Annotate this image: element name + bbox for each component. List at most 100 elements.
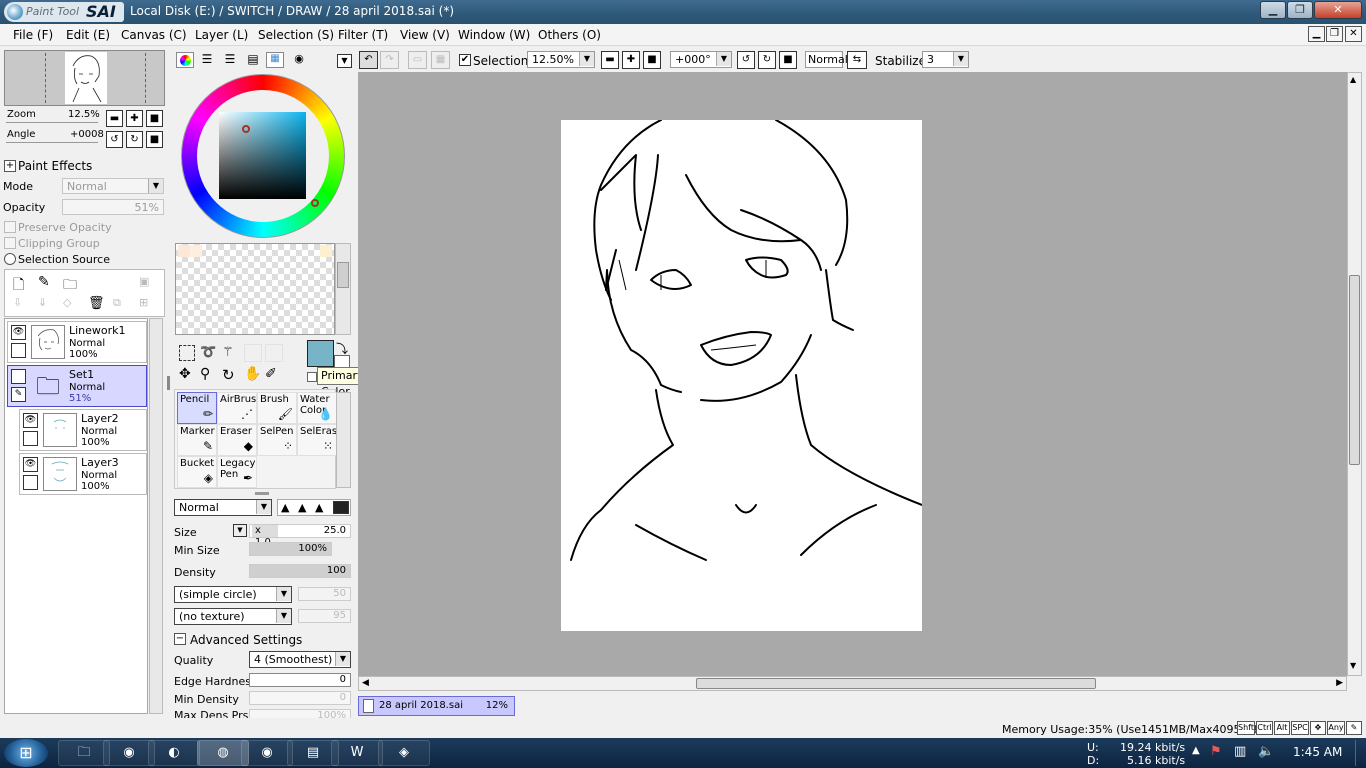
tray-expand-icon[interactable]: ▲ — [1192, 745, 1200, 756]
volume-icon[interactable]: 🔈 — [1258, 744, 1274, 759]
layer-visibility-checkbox[interactable] — [11, 369, 26, 384]
tool-palette-scrollbar[interactable] — [336, 392, 351, 488]
layer-item-linework1[interactable]: 👁 Linework1 Normal 100% — [7, 321, 147, 363]
max-density-slider[interactable]: 100% — [249, 709, 351, 718]
rotate-left-button[interactable]: ↺ — [106, 131, 123, 148]
canvas-horizontal-scrollbar[interactable]: ◀ ▶ — [358, 676, 1347, 691]
menu-file[interactable]: File (F) — [13, 28, 53, 42]
selection-checkbox[interactable]: ✔ — [459, 54, 471, 66]
soft-edge-icon[interactable]: ▲ — [298, 501, 306, 514]
advanced-collapse-icon[interactable]: − — [174, 633, 186, 645]
scroll-left-icon[interactable]: ◀ — [362, 678, 369, 688]
scroll-down-icon[interactable]: ▼ — [1350, 661, 1356, 670]
stabilizer-select[interactable]: 3 ▼ — [922, 51, 969, 68]
chrome-2-taskbar-icon[interactable]: ◉ — [241, 740, 293, 766]
transparent-color-toggle[interactable] — [307, 372, 317, 382]
brush-shape-selector[interactable]: ▲ ▲ ▲ — [277, 499, 351, 516]
brush-texture-select[interactable]: (no texture) ▼ — [174, 608, 292, 625]
rgb-sliders-tab[interactable]: ☰ — [198, 52, 216, 68]
tool-pencil[interactable]: Pencil ✏ — [177, 392, 217, 424]
saturation-value-box[interactable] — [219, 112, 306, 199]
move-icon[interactable]: ✥ — [179, 366, 197, 382]
paint-effects-header[interactable]: Paint Effects — [18, 159, 92, 173]
tool-watercolor[interactable]: Water Color 💧 — [297, 392, 337, 424]
zoom-icon[interactable]: ⚲ — [200, 366, 218, 382]
rotate-right-button[interactable]: ↻ — [126, 131, 143, 148]
layer-list-scrollbar[interactable] — [149, 318, 163, 714]
sv-picker-ring[interactable] — [242, 125, 250, 133]
intermediate-color-tab[interactable]: ▤ — [244, 52, 262, 68]
hard-edge-icon[interactable]: ▲ — [281, 501, 289, 514]
hand-icon[interactable]: ✋ — [244, 366, 262, 382]
size-slider[interactable]: x 1.0 25.0 — [249, 524, 351, 548]
lasso-icon[interactable]: ➰ — [200, 345, 218, 361]
mdi-restore-button[interactable]: ❐ — [1326, 26, 1343, 42]
zoom-select[interactable]: 12.50% ▼ — [527, 51, 595, 68]
menu-canvas[interactable]: Canvas (C) — [121, 28, 187, 42]
clock[interactable]: 1:45 AM — [1293, 745, 1342, 759]
min-size-slider[interactable]: 100% — [249, 542, 332, 556]
min-density-slider[interactable]: 0 — [249, 691, 351, 705]
media-taskbar-icon[interactable]: ◈ — [378, 740, 430, 766]
square-edge-icon[interactable] — [333, 501, 349, 514]
action-center-icon[interactable]: ⚑ — [1210, 744, 1222, 759]
brush-texture-strength[interactable]: 95 — [298, 609, 351, 623]
tool-legacy-pen[interactable]: Legacy Pen ✒ — [217, 456, 257, 488]
brush-shape-select[interactable]: (simple circle) ▼ — [174, 586, 292, 603]
swatch[interactable] — [190, 245, 202, 257]
undo-icon[interactable]: ↶ — [359, 51, 378, 69]
tool-brush[interactable]: Brush 🖌 — [257, 392, 297, 424]
clipping-group-checkbox[interactable] — [4, 237, 16, 249]
layer-item-set1[interactable]: ✎ 🗀 Set1 Normal 51% — [7, 365, 147, 407]
preserve-opacity-checkbox[interactable] — [4, 221, 16, 233]
tool-selpen[interactable]: SelPen ⁘ — [257, 424, 297, 456]
delete-layer-icon[interactable]: 🗑 — [88, 296, 106, 314]
toolbar-rotate-reset-button[interactable]: ■ — [779, 51, 797, 69]
magic-wand-icon[interactable]: ⚚ — [222, 345, 240, 361]
drawing-canvas[interactable] — [561, 119, 923, 631]
new-layer-icon[interactable]: 🗋 — [13, 274, 31, 293]
menu-layer[interactable]: Layer (L) — [195, 28, 248, 42]
angle-slider[interactable] — [6, 142, 98, 143]
toolbar-rotate-right-button[interactable]: ↻ — [758, 51, 776, 69]
swap-colors-icon[interactable]: ⤵ — [336, 340, 350, 356]
horizontal-scroll-thumb[interactable] — [696, 678, 1096, 689]
paint-app-taskbar-icon[interactable]: ◐ — [148, 740, 200, 766]
maximize-button[interactable]: ❐ — [1287, 1, 1313, 19]
zoom-out-button[interactable]: ▬ — [106, 110, 123, 127]
menu-others[interactable]: Others (O) — [538, 28, 601, 42]
document-tab[interactable]: 28 april 2018.sai 12% — [358, 696, 515, 716]
toolbar-zoom-reset-button[interactable]: ■ — [643, 51, 661, 69]
advanced-settings-header[interactable]: Advanced Settings — [190, 633, 302, 647]
new-linework-layer-icon[interactable]: ✎ — [38, 274, 56, 292]
panel-splitter[interactable] — [255, 492, 269, 495]
swatches-tab[interactable]: ▦ — [266, 52, 284, 68]
vertical-scroll-thumb[interactable] — [1349, 275, 1360, 465]
density-slider[interactable]: 100 — [249, 564, 351, 578]
tool-marker[interactable]: Marker ✎ — [177, 424, 217, 456]
swatch-grid[interactable] — [175, 243, 335, 335]
layer-item-layer3[interactable]: 👁 Layer3 Normal 100% — [19, 453, 147, 495]
quality-select[interactable]: 4 (Smoothest) ▼ — [249, 651, 351, 668]
angle-select[interactable]: +000° ▼ — [670, 51, 732, 68]
rotate-icon[interactable]: ↻ — [222, 366, 240, 384]
toolbar-zoom-out-button[interactable]: ▬ — [601, 51, 619, 69]
primary-color-swatch[interactable] — [307, 340, 334, 367]
eye-icon[interactable]: 👁 — [11, 325, 26, 340]
panel-menu-chevron-icon[interactable]: ▼ — [337, 54, 352, 68]
swatch[interactable] — [320, 245, 332, 257]
swatch-scrollbar[interactable] — [335, 243, 351, 335]
layer-lock-checkbox[interactable] — [23, 431, 38, 446]
eye-icon[interactable]: 👁 — [23, 413, 38, 428]
toolbar-rotate-left-button[interactable]: ↺ — [737, 51, 755, 69]
eye-icon[interactable]: 👁 — [23, 457, 38, 472]
scroll-right-icon[interactable]: ▶ — [1336, 678, 1343, 688]
menu-filter[interactable]: Filter (T) — [338, 28, 388, 42]
round-edge-icon[interactable]: ▲ — [315, 501, 323, 514]
size-chevron-down-icon[interactable]: ▼ — [233, 524, 247, 537]
start-button[interactable]: ⊞ — [4, 739, 48, 767]
close-button[interactable]: ✕ — [1314, 1, 1362, 19]
scratchpad-tab[interactable]: ◉ — [290, 52, 308, 68]
zoom-in-button[interactable]: ✚ — [126, 110, 143, 127]
menu-window[interactable]: Window (W) — [458, 28, 530, 42]
